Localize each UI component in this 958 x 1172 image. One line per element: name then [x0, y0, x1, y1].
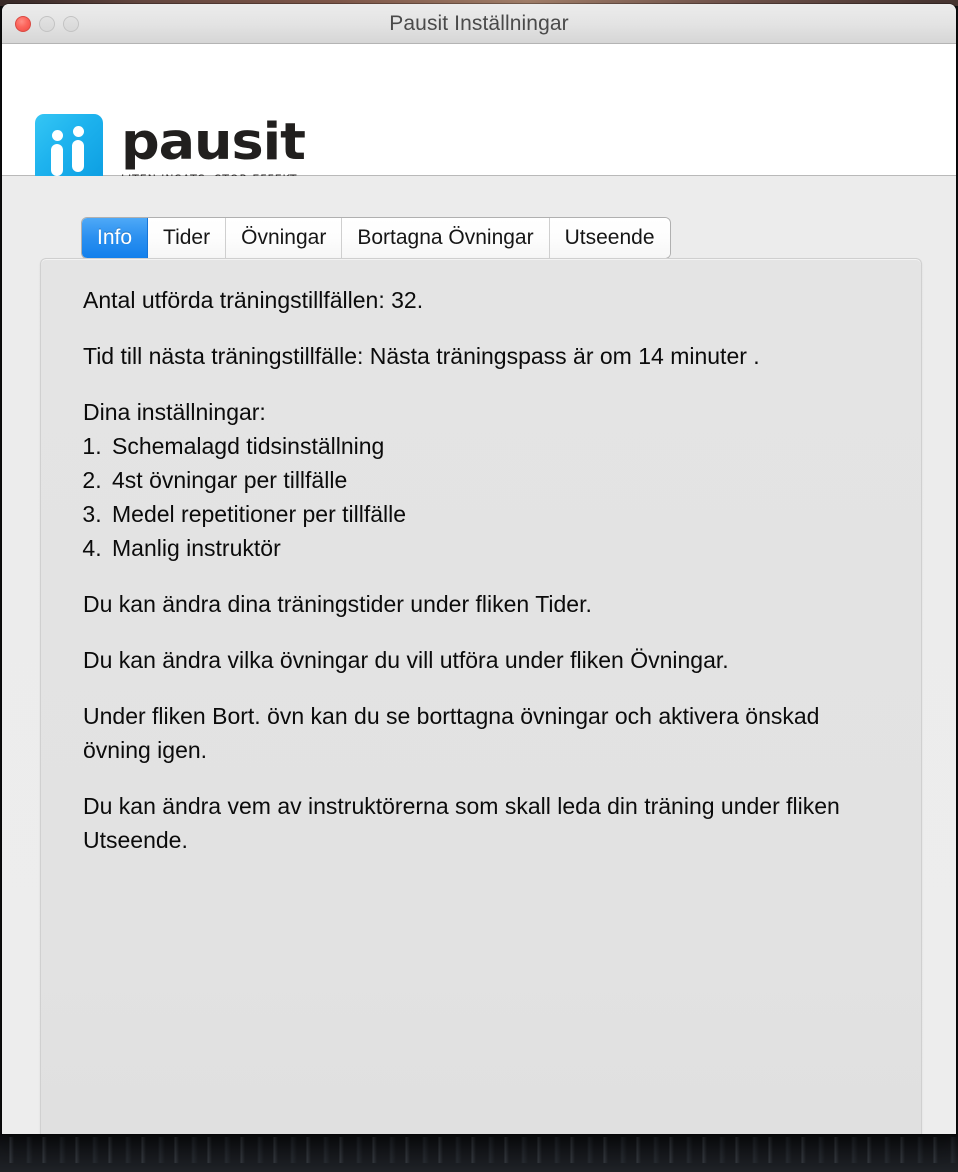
list-item: Schemalagd tidsinställning [108, 429, 883, 463]
content-area: Info Tider Övningar Bortagna Övningar Ut… [2, 176, 956, 1134]
hint-instructor: Du kan ändra vem av instruktörerna som s… [83, 793, 840, 853]
hint-times: Du kan ändra dina träningstider under fl… [83, 591, 592, 617]
branding-header: pausit LITEN INSATS. STOR EFFEKT. [2, 44, 956, 191]
window-title: Pausit Inställningar [389, 12, 569, 35]
settings-list: Schemalagd tidsinställning 4st övningar … [83, 429, 883, 565]
logo-wordmark: pausit [121, 113, 306, 172]
settings-window: Pausit Inställningar pausit LITEN INSATS… [2, 4, 956, 1134]
list-item: Manlig instruktör [108, 531, 883, 565]
desktop-bottom-strip [0, 1133, 958, 1172]
next-session-line: Tid till nästa träningstillfälle: Nästa … [83, 343, 760, 369]
info-panel: Antal utförda träningstillfällen: 32. Ti… [40, 258, 922, 1134]
settings-heading: Dina inställningar: [83, 399, 266, 425]
person-head-shape [52, 130, 63, 141]
tab-bar: Info Tider Övningar Bortagna Övningar Ut… [82, 218, 670, 258]
hint-removed-exercises: Under fliken Bort. övn kan du se borttag… [83, 703, 820, 763]
list-item: 4st övningar per tillfälle [108, 463, 883, 497]
sessions-count-line: Antal utförda träningstillfällen: 32. [83, 287, 424, 313]
person-body-shape [51, 144, 63, 176]
info-text-block: Antal utförda träningstillfällen: 32. Ti… [83, 283, 883, 879]
logo-text-block: pausit LITEN INSATS. STOR EFFEKT. [121, 114, 306, 187]
tab-bortagna-ovningar[interactable]: Bortagna Övningar [342, 218, 550, 258]
tab-utseende[interactable]: Utseende [549, 218, 670, 258]
tab-ovningar[interactable]: Övningar [226, 218, 343, 258]
hint-exercises: Du kan ändra vilka övningar du vill utfö… [83, 647, 729, 673]
window-titlebar: Pausit Inställningar [2, 4, 956, 44]
tab-tider[interactable]: Tider [148, 218, 227, 258]
person-body-shape [72, 140, 84, 172]
person-head-shape [73, 126, 84, 137]
list-item: Medel repetitioner per tillfälle [108, 497, 883, 531]
tab-info[interactable]: Info [82, 218, 149, 258]
